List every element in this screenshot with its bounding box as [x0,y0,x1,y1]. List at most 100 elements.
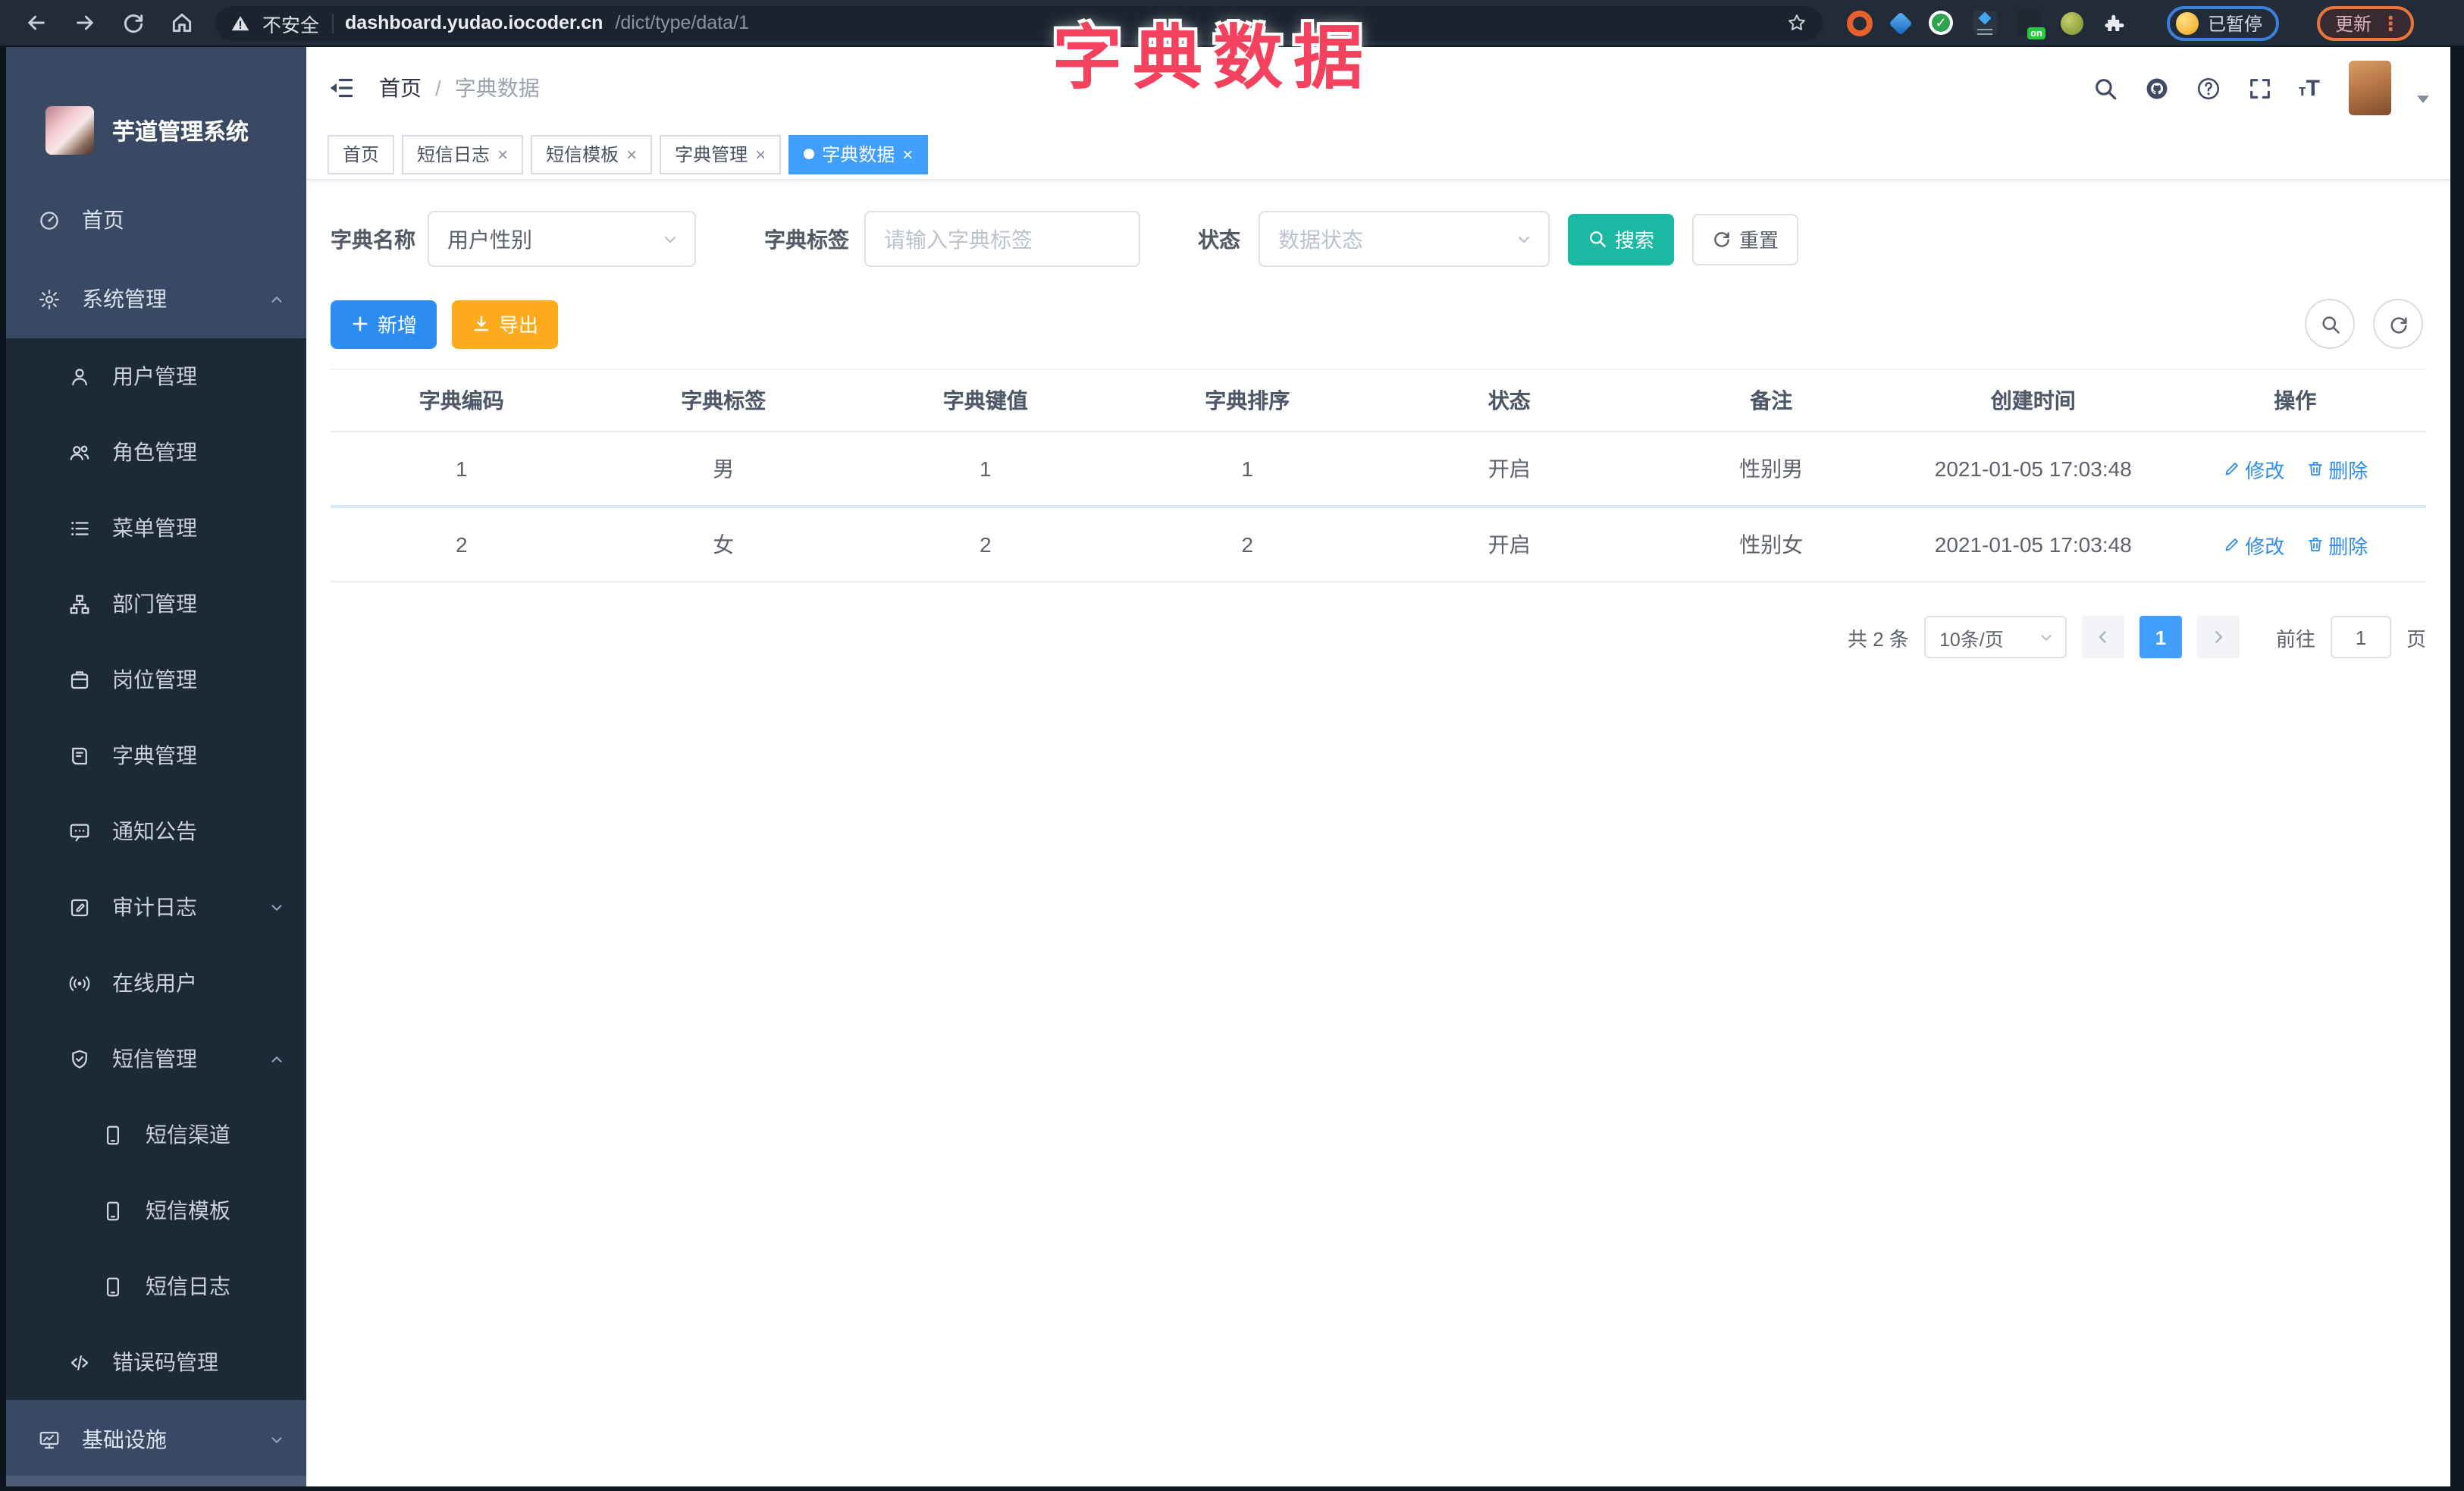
sidebar-item-post-management[interactable]: 岗位管理 [6,642,306,717]
sidebar-item-role-management[interactable]: 角色管理 [6,414,306,490]
sidebar-item-menu-management[interactable]: 菜单管理 [6,490,306,566]
status-select[interactable]: 数据状态 [1259,211,1550,267]
sidebar-item-error-code[interactable]: 错误码管理 [6,1324,306,1400]
close-icon[interactable]: × [626,145,637,163]
tab-dict-data-active[interactable]: 字典数据 × [788,134,929,174]
profile-paused-chip[interactable]: 已暂停 [2167,5,2280,40]
sidebar-item-sms-log[interactable]: 短信日志 [6,1248,306,1324]
sidebar-item-home[interactable]: 首页 [6,180,306,259]
dict-tag-input[interactable] [864,211,1140,267]
refresh-table-button[interactable] [2373,299,2423,349]
url-path: /dict/type/data/1 [615,12,749,33]
cell-dict-label: 男 [713,457,735,481]
system-management-submenu: 用户管理 角色管理 菜单管理 部门管理 岗位管理 字典管理 通知公告 审计日志 … [6,338,306,1400]
breadcrumb-home[interactable]: 首页 [379,73,422,103]
cell-actions: 修改 删除 [2165,454,2427,483]
extension-slider-icon[interactable] [1973,11,1997,35]
extensions-puzzle-icon[interactable] [2103,11,2126,34]
edit-link-label: 修改 [2245,459,2285,482]
github-icon[interactable] [2144,75,2170,101]
close-icon[interactable]: × [902,145,913,163]
next-page-button[interactable] [2196,616,2240,658]
delete-link[interactable]: 删除 [2306,530,2368,559]
user-avatar[interactable] [2349,61,2391,115]
current-page-button[interactable]: 1 [2139,616,2182,658]
overlay-annotation-title: 字典数据 [1052,18,1374,97]
help-question-icon[interactable] [2196,75,2221,101]
status-label: 状态 [1198,227,1240,251]
trash-icon [2306,460,2324,478]
sidebar-item-sms-management[interactable]: 短信管理 [6,1021,306,1097]
sidebar-item-sms-channel[interactable]: 短信渠道 [6,1097,306,1172]
sidebar-item-online-users[interactable]: 在线用户 [6,945,306,1021]
close-icon[interactable]: × [497,145,508,163]
search-button[interactable]: 搜索 [1568,213,1675,265]
not-secure-warning-icon[interactable] [230,13,250,33]
sidebar-item-notice[interactable]: 通知公告 [6,793,306,869]
sidebar-item-infrastructure[interactable]: 基础设施 [6,1400,306,1479]
reset-button-label: 重置 [1739,229,1779,252]
sidebar-item-dept-management[interactable]: 部门管理 [6,566,306,642]
sidebar-item-user-management[interactable]: 用户管理 [6,338,306,414]
cell-dict-code: 2 [455,532,468,557]
prev-page-button[interactable] [2081,616,2124,658]
pencil-icon [2222,460,2240,478]
bookmark-star-icon[interactable] [1786,12,1807,33]
update-label: 更新 [2335,13,2372,34]
col-header-dict-value: 字典键值 [942,388,1028,413]
sidebar-item-label: 错误码管理 [112,1350,218,1374]
extension-orange-ring-icon[interactable] [1847,10,1873,36]
browser-home-icon[interactable] [170,11,194,35]
search-icon[interactable] [2093,75,2118,101]
dict-name-select[interactable]: 用户性别 [428,211,696,267]
extension-olive-icon[interactable] [2061,11,2083,34]
avatar-caret-down-icon[interactable] [2417,95,2429,102]
status-placeholder: 数据状态 [1278,227,1363,251]
browser-back-icon[interactable] [24,11,49,35]
sidebar-item-audit-log[interactable]: 审计日志 [6,869,306,945]
tab-sms-log[interactable]: 短信日志 × [402,134,524,174]
tab-sms-template[interactable]: 短信模板 × [531,134,653,174]
tags-view-bar: 首页 短信日志 × 短信模板 × 字典管理 × 字典数据 × [306,129,2450,180]
main-area: 首页 / 字典数据 首页 短 [306,47,2450,1486]
address-bar[interactable]: 不安全 dashboard.yudao.iocoder.cn /dict/typ… [215,5,1823,40]
extension-on-badge-icon[interactable]: on [2017,11,2045,39]
page-size-value: 10条/页 [1939,629,2004,650]
add-button[interactable]: 新增 [331,300,437,348]
chrome-update-button[interactable]: 更新 ⋮ [2317,5,2415,40]
cell-remark: 性别男 [1739,457,1804,481]
sidebar-item-label: 角色管理 [112,440,197,464]
app-logo-row[interactable]: 芋道管理系统 [6,47,306,180]
edit-link[interactable]: 修改 [2222,530,2284,559]
table-row: 2 女 2 2 开启 性别女 2021-01-05 17:03:48 修改 删除 [331,508,2426,582]
sidebar-item-label: 基础设施 [82,1427,167,1452]
sidebar-collapse-icon[interactable] [328,74,355,102]
page-size-select[interactable]: 10条/页 [1923,616,2067,658]
sidebar-item-label: 字典管理 [112,743,197,767]
fullscreen-icon[interactable] [2247,75,2273,101]
edit-link[interactable]: 修改 [2222,454,2284,483]
sidebar-item-label: 短信渠道 [146,1122,230,1147]
close-icon[interactable]: × [755,145,766,163]
export-button[interactable]: 导出 [452,300,559,348]
reset-button[interactable]: 重置 [1692,213,1799,265]
delete-link[interactable]: 删除 [2306,454,2368,483]
app-logo [45,106,94,155]
extension-blue-gem-icon[interactable] [1889,11,1913,35]
tab-dict-management[interactable]: 字典管理 × [660,134,782,174]
cell-status: 开启 [1487,457,1531,481]
toggle-search-button[interactable] [2305,299,2355,349]
font-size-icon[interactable] [2299,75,2320,101]
browser-reload-icon[interactable] [121,11,146,35]
goto-page-input[interactable] [2330,616,2391,658]
sidebar-item-dict-management[interactable]: 字典管理 [6,717,306,793]
browser-forward-icon[interactable] [73,11,97,35]
chevron-down-icon [2038,629,2055,645]
sidebar-item-system-management[interactable]: 系统管理 [6,259,306,338]
tab-home[interactable]: 首页 [328,134,395,174]
browser-menu-kebab-icon[interactable]: ⋮ [2381,13,2400,33]
cell-created: 2021-01-05 17:03:48 [1934,532,2132,557]
chevron-up-icon [268,290,285,307]
sidebar-item-sms-template[interactable]: 短信模板 [6,1172,306,1248]
extension-green-check-icon[interactable]: ✓ [1929,11,1953,35]
